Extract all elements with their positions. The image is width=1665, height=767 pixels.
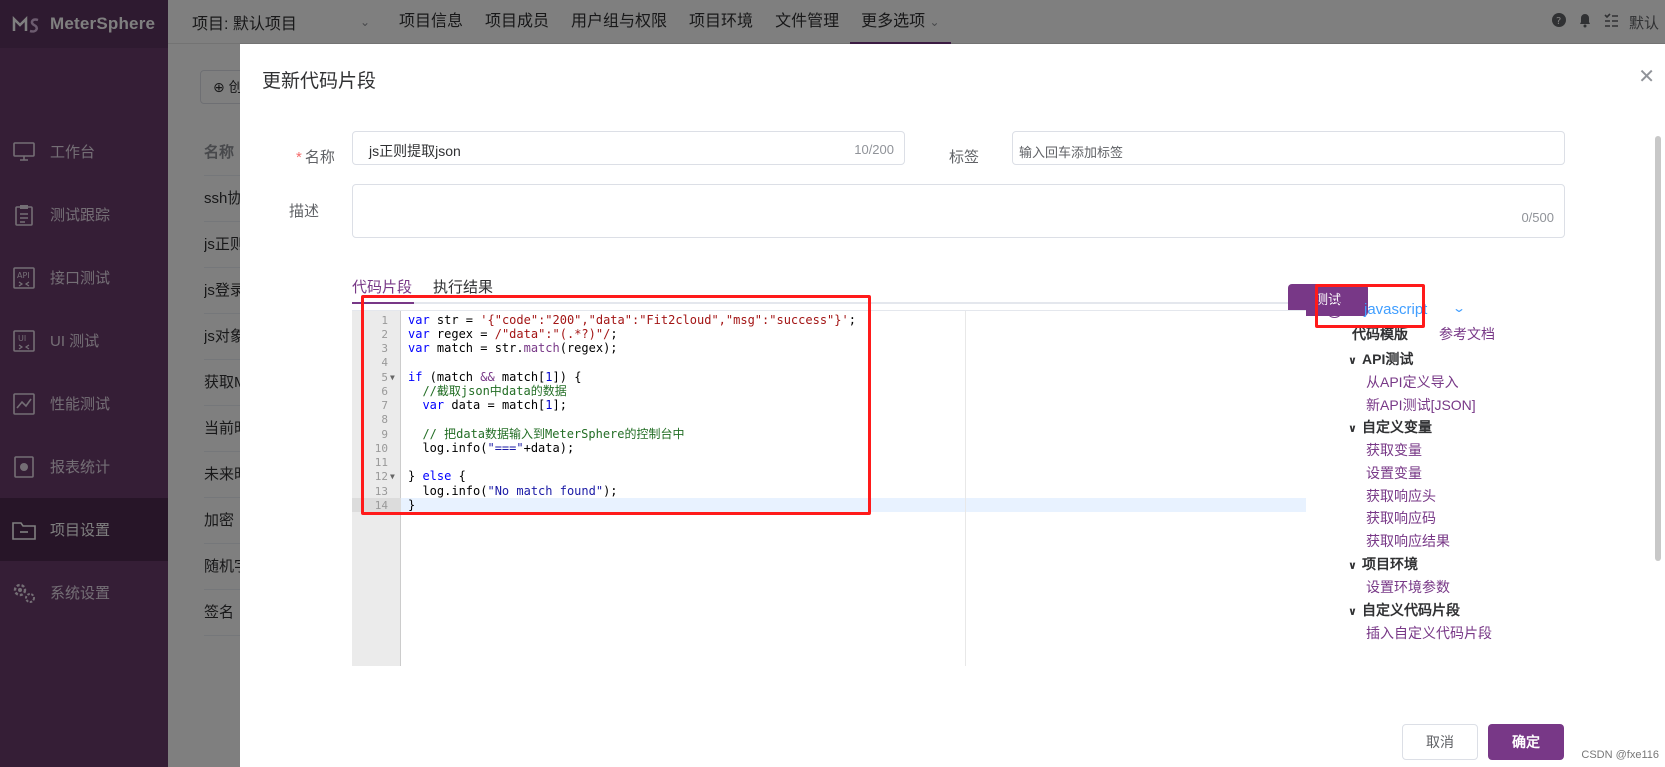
- tag-input[interactable]: 输入回车添加标签: [1012, 131, 1565, 165]
- desc-char-count: 0/500: [1521, 210, 1554, 225]
- chevron-down-icon: ∨: [1348, 605, 1357, 618]
- update-snippet-dialog: 更新代码片段 ✕ * 名称 js正则提取json 10/200 标签 输入回车添加…: [240, 44, 1665, 767]
- chevron-down-icon: ∨: [1348, 423, 1357, 436]
- tree-group-label: 自定义变量: [1362, 419, 1432, 436]
- tree-item[interactable]: 从API定义导入: [1348, 371, 1548, 394]
- dialog-title: 更新代码片段: [262, 71, 377, 92]
- tree-item[interactable]: 新API测试[JSON]: [1348, 394, 1548, 417]
- tree-group-label: API测试: [1362, 351, 1414, 367]
- name-input[interactable]: js正则提取json 10/200: [352, 131, 905, 165]
- chevron-down-icon[interactable]: ⌄: [1452, 301, 1466, 315]
- description-textarea[interactable]: 0/500: [352, 184, 1565, 238]
- print-margin: [965, 311, 966, 666]
- code-highlight-box: [361, 295, 871, 515]
- chevron-down-icon: ∨: [1348, 355, 1357, 367]
- reference-doc-link[interactable]: 参考文档: [1439, 324, 1495, 344]
- name-label: * 名称: [296, 149, 335, 166]
- language-highlight-box: [1315, 284, 1425, 328]
- tree-item[interactable]: 获取响应结果: [1348, 530, 1548, 553]
- tree-item[interactable]: 设置变量: [1348, 462, 1548, 485]
- close-icon[interactable]: ✕: [1638, 64, 1655, 89]
- tree-item[interactable]: 插入自定义代码片段: [1348, 622, 1548, 645]
- dialog-scrollbar[interactable]: [1655, 136, 1661, 561]
- tree-item[interactable]: 获取响应头: [1348, 485, 1548, 508]
- tree-item[interactable]: 获取响应码: [1348, 507, 1548, 530]
- tree-item[interactable]: 设置环境参数: [1348, 576, 1548, 599]
- tag-label: 标签: [949, 149, 980, 166]
- confirm-button[interactable]: 确定: [1488, 724, 1564, 760]
- template-tree: ∨ API测试 从API定义导入 新API测试[JSON] ∨ 自定义变量 获取变量…: [1348, 348, 1548, 644]
- cancel-button[interactable]: 取消: [1402, 724, 1478, 760]
- tree-group-label: 自定义代码片段: [1362, 601, 1460, 618]
- name-char-count: 10/200: [854, 142, 894, 157]
- tag-input-placeholder: 输入回车添加标签: [1019, 145, 1124, 160]
- desc-label: 描述: [289, 203, 320, 220]
- tab-code-snippet[interactable]: 代码片段: [352, 276, 412, 297]
- tree-group-custom-vars[interactable]: ∨ 自定义变量: [1348, 416, 1548, 439]
- chevron-down-icon: ∨: [1348, 559, 1357, 572]
- tab-execution-result[interactable]: 执行结果: [433, 276, 493, 297]
- tree-item[interactable]: 获取变量: [1348, 439, 1548, 462]
- watermark: CSDN @fxe116: [1581, 749, 1659, 761]
- tree-group-api-test[interactable]: ∨ API测试: [1348, 348, 1548, 371]
- tree-group-label: 项目环境: [1362, 555, 1418, 572]
- name-label-text: 名称: [304, 149, 335, 166]
- tree-group-custom-snippets[interactable]: ∨ 自定义代码片段: [1348, 599, 1548, 622]
- tree-group-project-env[interactable]: ∨ 项目环境: [1348, 553, 1548, 576]
- name-input-value: js正则提取json: [369, 143, 461, 159]
